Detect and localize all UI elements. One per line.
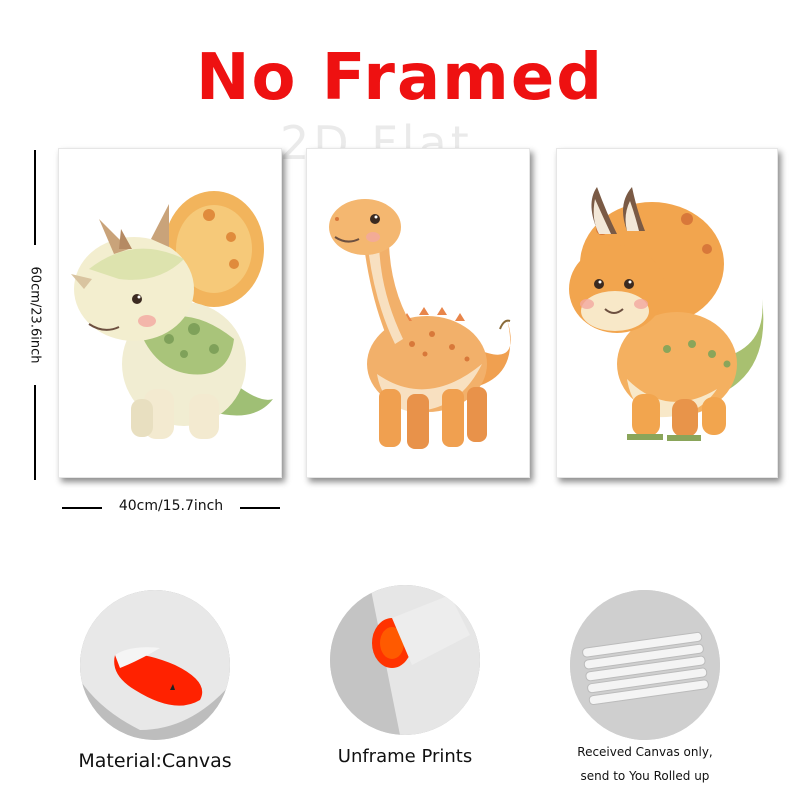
print-brachiosaurus-orange [306,148,530,478]
rolled-canvas-photo [570,590,720,740]
unframe-roll-image [330,585,480,735]
canvas-material-photo [80,590,230,740]
triceratops-green-illustration [71,191,273,439]
caption-rolled-line2: send to You Rolled up [580,769,710,783]
height-dimension: 60cm/23.6inch [20,150,50,480]
canvas-roll-image [80,590,230,740]
dimension-line-top [34,150,36,245]
caption-unframe: Unframe Prints [337,746,473,767]
brachiosaurus-illustration [329,199,511,449]
unframe-print-photo [330,585,480,735]
rolled-tubes-image [570,590,720,740]
width-dimension: 40cm/15.7inch [62,498,280,518]
page-title: No Framed [195,41,605,115]
print-triceratops-green [58,148,282,478]
caption-rolled: Received Canvas only, send to You Rolled… [550,740,740,788]
triceratops-orange-illustration [569,187,764,441]
height-label: 60cm/23.6inch [27,266,43,364]
print-triceratops-orange [556,148,778,478]
dimension-line-right [240,507,280,509]
width-label: 40cm/15.7inch [118,498,224,514]
dimension-line-left [62,507,102,509]
caption-material: Material:Canvas [78,750,232,772]
dimension-line-bottom [34,385,36,480]
caption-rolled-line1: Received Canvas only, [577,745,713,759]
